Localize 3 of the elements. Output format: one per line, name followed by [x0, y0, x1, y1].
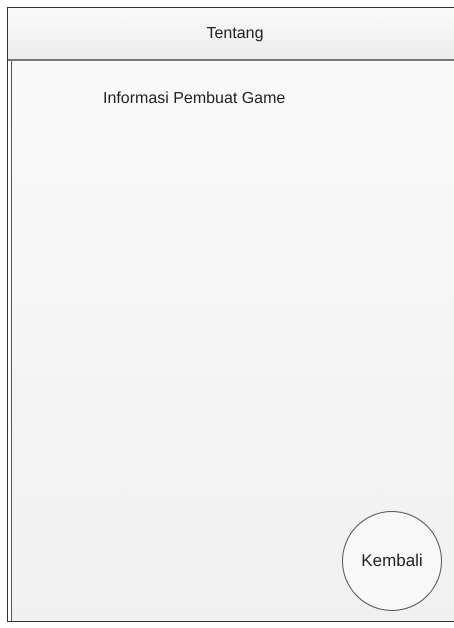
- info-text: Informasi Pembuat Game: [103, 90, 286, 108]
- back-button[interactable]: Kembali: [342, 511, 442, 611]
- screen-title: Tentang: [206, 24, 264, 42]
